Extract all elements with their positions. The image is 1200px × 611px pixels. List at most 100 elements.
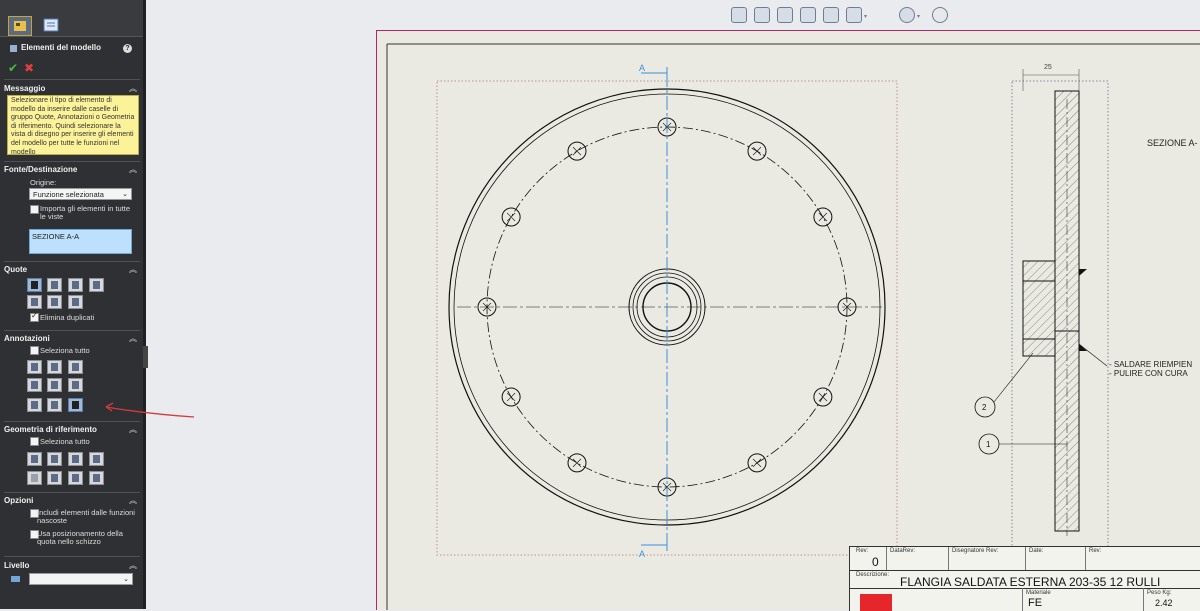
eliminate-duplicates-checkbox[interactable] [30, 311, 39, 322]
balloon-2-leader [993, 352, 1034, 403]
drawing-canvas: A A 25 SEZIONE A- - SALDARE RIEMPIEN - P… [386, 43, 1200, 610]
tolerance-dimension-icon[interactable] [89, 278, 104, 292]
help-icon[interactable]: ? [123, 44, 132, 53]
section-label-bottom: A [639, 549, 645, 559]
section-view-title: SEZIONE A- [1147, 138, 1198, 148]
annotations-select-all-checkbox[interactable] [30, 346, 39, 355]
model-items-icon [10, 45, 17, 52]
caterpillar-icon[interactable] [47, 398, 62, 412]
note-icon[interactable] [27, 360, 42, 374]
appearance-icon[interactable] [932, 7, 948, 23]
drawing-sheet[interactable]: A A 25 SEZIONE A- - SALDARE RIEMPIEN - P… [376, 30, 1200, 611]
property-manager-tab[interactable] [40, 16, 62, 34]
weight-label: Peso Kg: [1147, 590, 1172, 596]
dimensions-header[interactable]: Quote [4, 265, 27, 274]
annotations-header[interactable]: Annotazioni [4, 334, 50, 343]
zoom-in-out-icon[interactable] [777, 7, 793, 23]
bolt-hole-center-mark [752, 458, 762, 468]
panel-collapse-handle[interactable] [143, 346, 148, 368]
end-treatment-icon[interactable] [68, 398, 83, 412]
feature-manager-tab[interactable] [8, 16, 32, 36]
bolt-hole-center-mark [506, 212, 516, 222]
connection-point-icon[interactable] [89, 471, 104, 485]
section-label-top: A [639, 63, 645, 73]
layer-header[interactable]: Livello [4, 561, 29, 570]
origin-dropdown[interactable]: Funzione selezionata ⌄ [29, 188, 132, 200]
source-header[interactable]: Fonte/Destinazione [4, 165, 77, 174]
bolt-hole-center-mark [818, 392, 828, 402]
message-header[interactable]: Messaggio [4, 84, 45, 93]
surface-finish-icon[interactable] [47, 360, 62, 374]
weld-symbol-icon[interactable] [68, 378, 83, 392]
data-rev-label: DataRev: [890, 548, 916, 554]
options-header[interactable]: Opzioni [4, 496, 33, 505]
description-label: Descrizione: [856, 572, 890, 578]
title-block-col-3 [1025, 547, 1026, 570]
bolt-hole-center-mark [572, 146, 582, 156]
cancel-x-button[interactable]: ✖ [24, 61, 34, 75]
rotate-view-icon[interactable] [800, 7, 816, 23]
layer-icon [11, 576, 20, 582]
surface-icon[interactable] [27, 471, 42, 485]
point-icon[interactable] [89, 452, 104, 466]
note-leader [1078, 343, 1108, 367]
import-all-views-checkbox[interactable] [30, 205, 39, 214]
zoom-to-fit-icon[interactable] [731, 7, 747, 23]
panel-splitter[interactable] [143, 0, 146, 609]
curve-icon[interactable] [47, 471, 62, 485]
cosmetic-thread-icon[interactable] [27, 398, 42, 412]
hide-show-icon[interactable] [899, 7, 915, 23]
destination-selection-box[interactable]: SEZIONE A-A [29, 229, 132, 254]
weight-value: 2.42 [1155, 598, 1173, 608]
chevron-down-icon[interactable]: ▾ [917, 13, 920, 20]
property-list-icon [43, 18, 59, 32]
options-section-divider [4, 492, 140, 493]
material-label: Materiale [1026, 590, 1051, 596]
balloon-2-label: 2 [982, 403, 987, 412]
reference-geometry-header[interactable]: Geometria di riferimento [4, 425, 97, 434]
instance-count-icon[interactable] [68, 278, 83, 292]
marked-for-drawing-dimension-icon[interactable] [27, 278, 42, 292]
hole-wizard-profile-icon[interactable] [27, 295, 42, 309]
axis-icon[interactable] [47, 452, 62, 466]
collapse-icon[interactable]: ︽ [129, 424, 137, 435]
bolt-hole-center-mark [506, 392, 516, 402]
route-point-icon[interactable] [68, 471, 83, 485]
balloon-1-label: 1 [986, 440, 991, 449]
geometric-tolerance-icon[interactable] [68, 360, 83, 374]
company-logo [860, 594, 892, 611]
chevron-down-icon[interactable]: ▾ [864, 13, 867, 20]
title-block-col-5 [1022, 588, 1023, 611]
collapse-icon[interactable]: ︽ [129, 495, 137, 506]
ok-check-button[interactable]: ✔ [8, 61, 18, 75]
previous-view-icon[interactable] [823, 7, 839, 23]
layer-dropdown[interactable]: ⌄ [29, 573, 133, 585]
display-style-icon[interactable] [846, 7, 862, 23]
property-manager-panel: Elementi del modello ? ✔ ✖ Messaggio ︽ S… [0, 0, 143, 609]
reference-select-all-label: Seleziona tutto [40, 437, 90, 446]
collapse-icon[interactable]: ︽ [129, 264, 137, 275]
datum-target-icon[interactable] [47, 378, 62, 392]
hole-wizard-location-icon[interactable] [47, 295, 62, 309]
plane-icon[interactable] [27, 452, 42, 466]
collapse-icon[interactable]: ︽ [129, 164, 137, 175]
bolt-hole-center-mark [752, 146, 762, 156]
layer-section-divider [4, 556, 140, 557]
not-marked-dimension-icon[interactable] [47, 278, 62, 292]
zoom-to-area-icon[interactable] [754, 7, 770, 23]
rev2-label: Rev: [1089, 548, 1102, 554]
include-hidden-label: Includi elementi dalle funzioni nascoste [37, 508, 135, 525]
title-block-row-divider-2 [850, 588, 1200, 589]
message-section-divider [4, 79, 140, 80]
reference-select-all-checkbox[interactable] [30, 437, 39, 446]
description-value: FLANGIA SALDATA ESTERNA 203-35 12 RULLI [900, 575, 1161, 589]
collapse-icon[interactable]: ︽ [129, 83, 137, 94]
collapse-icon[interactable]: ︽ [129, 560, 137, 571]
hole-callout-icon[interactable] [68, 295, 83, 309]
collapse-icon[interactable]: ︽ [129, 333, 137, 344]
annotations-select-all-label: Seleziona tutto [40, 346, 90, 355]
datum-feature-icon[interactable] [27, 378, 42, 392]
weld-note-line-1: - SALDARE RIEMPIEN [1109, 360, 1192, 369]
title-block-col-6 [1143, 588, 1144, 611]
origin-icon[interactable] [68, 452, 83, 466]
